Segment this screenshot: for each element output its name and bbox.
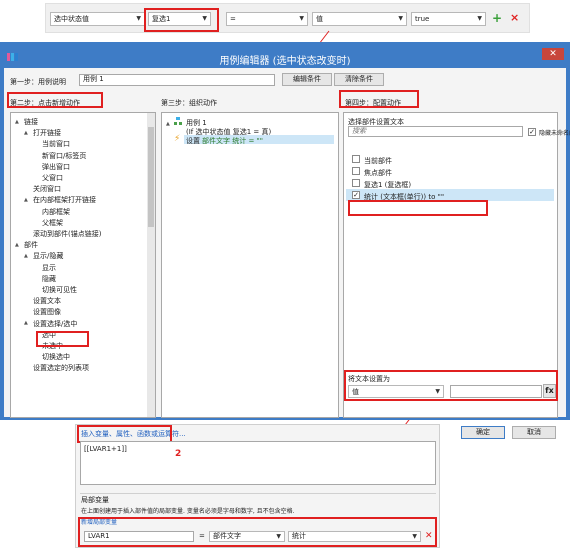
highlight-box-widget [348,200,488,216]
clear-condition-button[interactable]: 清除条件 [334,73,384,86]
window-close-button[interactable]: ✕ [542,48,564,60]
tree-toggle-icon[interactable]: ▲ [24,130,28,136]
tree-item[interactable]: 设置选择/选中 [33,319,77,329]
tree-item[interactable]: 在内部框架打开链接 [33,195,96,205]
collapse-triangle-icon[interactable]: ▲ [166,121,170,127]
window-title: 用例编辑器 (选中状态改变时) [219,56,351,67]
tree-toggle-icon[interactable]: ▲ [15,119,19,125]
tree-scrollbar[interactable] [147,113,155,417]
highlight-box-step4 [339,90,419,108]
action-detail: 部件文字 统计 = "" [202,137,263,145]
local-var-type-value: 部件文字 [213,532,241,540]
tree-item[interactable]: 父框架 [42,218,63,228]
tree-item[interactable]: 部件 [24,240,38,250]
delete-local-var-button[interactable]: ✕ [425,530,433,542]
step1-label: 第一步：用例说明 [10,78,66,86]
tree-item[interactable]: 弹出窗口 [42,162,70,172]
chevron-down-icon: ▼ [276,533,281,540]
local-var-target-value: 统计 [292,532,306,540]
hide-unnamed-label: 隐藏未命名的 [539,130,570,137]
ok-button[interactable]: 确定 [461,426,505,439]
tree-toggle-icon[interactable]: ▲ [15,242,19,248]
widget-label: 当前部件 [364,156,392,165]
tree-item[interactable]: 切换选中 [42,352,70,362]
action-prefix: 设置 [186,137,200,145]
annotation-number: 2 [175,449,182,459]
tree-item[interactable]: 显示 [42,263,56,273]
tree-item[interactable]: 显示/隐藏 [33,251,63,261]
lightning-icon: ⚡ [174,134,181,144]
tree-item[interactable]: 设置选定的列表项 [33,363,89,373]
configure-action-panel: 选择部件设置文本 ✓ 隐藏未命名的 当前部件焦点部件复选1 (复选框)✓统计 (… [343,112,570,418]
expression-textarea[interactable]: [[LVAR1+1]] [80,441,436,485]
tree-item[interactable]: 关闭窗口 [33,184,61,194]
highlight-box-step2 [7,92,103,108]
local-var-equals: = [199,532,205,540]
tree-item[interactable]: 滚动到部件(锚点链接) [33,229,101,239]
widget-checkbox[interactable] [352,179,360,187]
organize-actions-panel: ▲ 用例 1 (If 选中状态值 复选1 = 真) ⚡ 设置 部件文字 统计 =… [161,112,339,418]
widget-search-input[interactable] [348,126,523,137]
tree-item[interactable]: 新窗口/标签页 [42,151,86,161]
divider [80,493,436,494]
edit-condition-button[interactable]: 编辑条件 [282,73,332,86]
step3-title: 第三步：组织动作 [161,99,217,107]
window-client: 第一步：用例说明 用例 1 编辑条件 清除条件 第二步：点击新增动作 ▲ 链接 ▲ 打… [4,68,570,439]
cancel-button[interactable]: 取消 [512,426,556,439]
tree-item[interactable]: 内部框架 [42,207,70,217]
tree-item[interactable]: 当前窗口 [42,139,70,149]
local-vars-desc: 在上面创建用于插入部件值的局部变量. 变量名必须是字母和数字, 且不包含空格. [81,508,295,515]
tree-toggle-icon[interactable]: ▲ [24,320,28,326]
tree-item[interactable]: 切换可见性 [42,285,77,295]
tree-item[interactable]: 设置文本 [33,296,61,306]
tree-item[interactable]: 设置图像 [33,307,61,317]
tree-item[interactable]: 链接 [24,117,38,127]
expression-editor: 插入变量、属性、函数或运算符... [[LVAR1+1]] 2 局部变量 在上面… [75,424,440,548]
tree-item[interactable]: 打开链接 [33,128,61,138]
local-var-target-select[interactable]: 统计 ▼ [288,531,421,542]
highlight-box-set-text [36,331,89,347]
local-var-type-select[interactable]: 部件文字 ▼ [209,531,285,542]
local-vars-title: 局部变量 [81,496,109,504]
tree-item[interactable]: 隐藏 [42,274,56,284]
hide-unnamed-checkbox[interactable]: ✓ [528,128,536,136]
widget-checkbox[interactable] [352,155,360,163]
tree-scrollbar-thumb[interactable] [148,127,154,227]
widget-checkbox[interactable] [352,167,360,175]
widget-label: 焦点部件 [364,168,392,177]
action-tree-panel: ▲ 链接 ▲ 打开链接 当前窗口新窗口/标签页 弹出窗口 父窗口 关闭窗口 ▲ 在内部框架打开链接… [10,112,156,418]
tree-toggle-icon[interactable]: ▲ [24,253,28,259]
tree-item[interactable]: 父窗口 [42,173,63,183]
tree-toggle-icon[interactable]: ▲ [24,197,28,203]
case-name-input[interactable]: 用例 1 [79,74,275,86]
highlight-box-set-text-section [344,370,558,401]
case-editor-window: 用例编辑器 (选中状态改变时) ✕ 第一步：用例说明 用例 1 编辑条件 清除条… [0,42,570,439]
widget-checkbox[interactable]: ✓ [352,191,360,199]
case-tree-icon [174,117,182,126]
widget-label: 复选1 (复选框) [364,180,412,189]
chevron-down-icon: ▼ [412,533,417,540]
local-var-name-input[interactable]: LVAR1 [84,531,194,542]
